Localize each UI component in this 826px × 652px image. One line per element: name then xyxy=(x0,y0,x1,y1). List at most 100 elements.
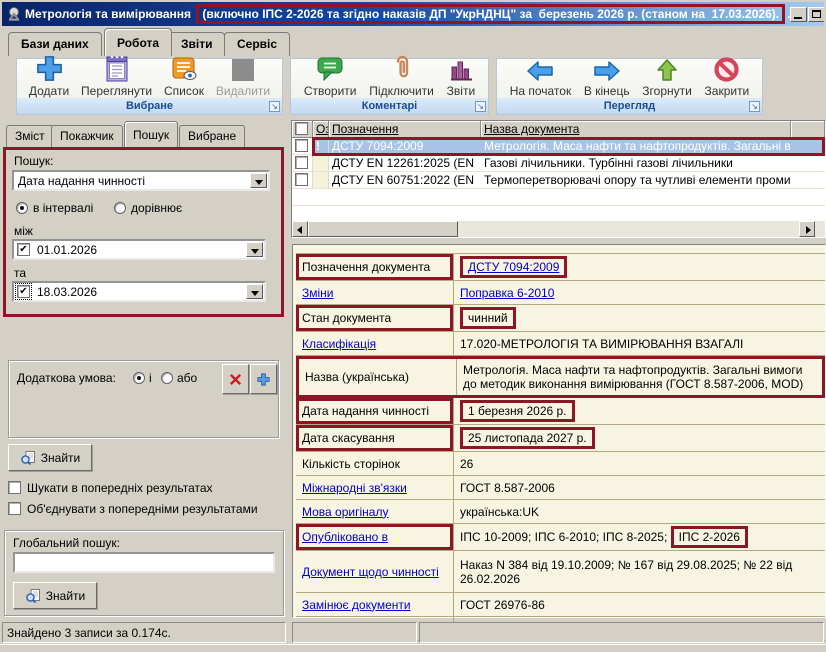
clear-condition-button[interactable] xyxy=(222,364,249,394)
details-label-link[interactable]: Мова оригіналу xyxy=(302,505,388,519)
select-all-checkbox[interactable] xyxy=(295,122,308,135)
table-row[interactable]: ДСТУ EN 60751:2022 (EN Термоперетворювач… xyxy=(292,172,825,189)
find-button[interactable]: Знайти xyxy=(8,444,92,471)
date-from-value: 01.01.2026 xyxy=(37,243,244,257)
details-value-link[interactable]: Поправка 6-2010 xyxy=(460,286,554,300)
expander-icon[interactable]: ↘ xyxy=(269,101,280,112)
details-label: Дата надання чинності xyxy=(296,398,454,424)
list-button[interactable]: Список xyxy=(164,52,204,98)
h-scrollbar[interactable] xyxy=(292,221,825,237)
details-label-link[interactable]: Зміни xyxy=(302,286,334,300)
delete-button[interactable]: Видалити xyxy=(216,52,270,98)
search-field-combobox[interactable]: Дата надання чинності xyxy=(12,170,270,191)
document-code-link[interactable]: ДСТУ 7094:2009 xyxy=(468,260,559,274)
left-tab-zmist[interactable]: Зміст xyxy=(6,125,54,147)
toolbar-group-vybrane: Додати Переглянути Список Видалити xyxy=(16,58,283,115)
radio-and[interactable] xyxy=(133,372,145,384)
status-bar-right xyxy=(419,622,824,643)
row-name: Метрологія. Маса нафти та нафтопродуктів… xyxy=(481,138,791,154)
reports-button-label: Звіти xyxy=(447,84,476,98)
dropdown-arrow-icon[interactable] xyxy=(246,284,263,299)
view-button[interactable]: Переглянути xyxy=(81,52,152,98)
left-tab-pokazhchyk[interactable]: Покажчик xyxy=(51,125,123,147)
details-label-link[interactable]: Міжнародні зв'язки xyxy=(302,481,407,495)
paperclip-icon xyxy=(391,52,413,83)
radio-interval[interactable] xyxy=(16,202,28,214)
global-search-input[interactable] xyxy=(13,552,275,573)
details-label-link[interactable]: Замінює документи xyxy=(302,598,411,612)
speech-bubble-icon xyxy=(315,52,345,83)
row-code: ДСТУ 7094:2009 xyxy=(329,138,481,154)
annotation-box-value: 1 березня 2026 р. xyxy=(460,400,575,422)
annotation-box-title: (включно ІПС 2-2026 та згідно наказів ДП… xyxy=(196,4,785,24)
radio-equals[interactable] xyxy=(114,202,126,214)
list-button-label: Список xyxy=(164,84,204,98)
title-bar: Метрологія та вимірювання (включно ІПС 2… xyxy=(2,2,824,26)
details-label-link[interactable]: Класифікація xyxy=(302,337,376,351)
date-from-checkbox[interactable]: ✔ xyxy=(17,243,30,256)
header-checkbox-cell[interactable] xyxy=(292,121,313,138)
add-condition-button[interactable] xyxy=(250,364,277,394)
scroll-left-icon[interactable] xyxy=(292,221,308,237)
close-db-button[interactable]: Закрити xyxy=(705,52,750,98)
left-tab-vybrane[interactable]: Вибране xyxy=(179,125,245,147)
details-label: Стан документа xyxy=(296,305,454,331)
status-bar-left: Знайдено 3 записи за 0.174с. xyxy=(2,622,286,643)
table-row[interactable]: ! ДСТУ 7094:2009 Метрологія. Маса нафти … xyxy=(292,138,825,155)
date-to-combobox[interactable]: ✔ 18.03.2026 xyxy=(12,281,266,302)
details-row: Позначення документа ДСТУ 7094:2009 xyxy=(296,253,825,281)
details-label-link[interactable]: Документ щодо чинності xyxy=(302,565,439,579)
annotation-box-value: 25 листопада 2027 р. xyxy=(460,427,595,449)
column-header-name[interactable]: Назва документа xyxy=(481,121,791,138)
maximize-button[interactable] xyxy=(808,7,824,22)
status-bar-middle xyxy=(292,622,417,643)
column-header-code[interactable]: Позначення xyxy=(329,121,481,138)
scroll-right-icon[interactable] xyxy=(799,221,815,237)
radio-or[interactable] xyxy=(161,372,173,384)
list-icon xyxy=(169,52,199,83)
add-condition-icon xyxy=(256,372,271,387)
create-comment-button[interactable]: Створити xyxy=(304,52,357,98)
details-label-link[interactable]: Опубліковано в xyxy=(302,530,388,544)
expander-icon[interactable]: ↘ xyxy=(749,101,760,112)
to-start-button[interactable]: На початок xyxy=(510,52,572,98)
column-header-mark[interactable]: Озн xyxy=(313,121,329,138)
details-row: Стан документа чинний xyxy=(296,305,825,332)
maximize-icon xyxy=(812,10,821,18)
group-caption-perehliad: Перегляд xyxy=(497,98,762,114)
date-to-checkbox[interactable]: ✔ xyxy=(17,285,30,298)
add-button[interactable]: Додати xyxy=(29,52,69,98)
collapse-button[interactable]: Згорнути xyxy=(642,52,692,98)
to-end-button[interactable]: В кінець xyxy=(584,52,630,98)
minimize-button[interactable] xyxy=(790,7,807,22)
date-from-combobox[interactable]: ✔ 01.01.2026 xyxy=(12,239,266,260)
reports-button[interactable]: Звіти xyxy=(447,52,476,98)
minimize-icon xyxy=(794,17,802,19)
expander-icon[interactable]: ↘ xyxy=(475,101,486,112)
global-find-button[interactable]: Знайти xyxy=(13,582,97,609)
details-row: Дата скасування 25 листопада 2027 р. xyxy=(296,425,825,452)
row-checkbox[interactable] xyxy=(295,139,308,152)
scrollbar-thumb[interactable] xyxy=(308,221,458,237)
details-value: ІПС 10-2009; ІПС 6-2010; ІПС 8-2025; xyxy=(460,530,671,544)
window-title-highlighted: (включно ІПС 2-2026 та згідно наказів ДП… xyxy=(202,7,779,21)
row-checkbox[interactable] xyxy=(295,173,308,186)
arrow-left-icon xyxy=(525,52,555,83)
toolbar-group-perehliad: На початок В кінець Згорнути Закрити xyxy=(496,58,763,115)
dropdown-arrow-icon[interactable] xyxy=(246,242,263,257)
details-row: Документ щодо чинності Наказ N 384 від 1… xyxy=(296,551,825,593)
details-label: Назва (українська) xyxy=(299,359,457,395)
find-button-label: Знайти xyxy=(41,451,80,465)
left-tab-poshuk[interactable]: Пошук xyxy=(124,121,178,147)
merge-previous-label: Об'єднувати з попередніми результатами xyxy=(27,502,258,516)
global-find-button-label: Знайти xyxy=(46,589,85,603)
merge-previous-checkbox[interactable] xyxy=(8,502,21,515)
tab-robota[interactable]: Робота xyxy=(104,28,172,56)
global-search-label: Глобальний пошук: xyxy=(13,536,120,550)
attach-button[interactable]: Підключити xyxy=(369,52,434,98)
search-previous-checkbox[interactable] xyxy=(8,481,21,494)
add-button-label: Додати xyxy=(29,84,69,98)
table-row[interactable]: ДСТУ EN 12261:2025 (EN Газові лічильники… xyxy=(292,155,825,172)
dropdown-arrow-icon[interactable] xyxy=(250,173,267,188)
row-checkbox[interactable] xyxy=(295,156,308,169)
